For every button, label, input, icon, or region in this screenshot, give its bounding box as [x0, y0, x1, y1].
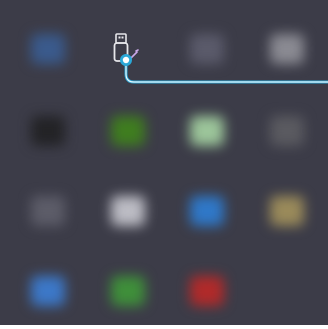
app-tile-8[interactable]: [31, 196, 65, 226]
app-tile-5[interactable]: [111, 116, 145, 146]
app-tile-10[interactable]: [190, 196, 224, 226]
desktop-background: [0, 0, 328, 325]
app-tile-7[interactable]: [270, 116, 304, 146]
app-tile-9[interactable]: [111, 196, 145, 226]
app-tile-2[interactable]: [190, 34, 224, 64]
app-tile-13[interactable]: [111, 276, 145, 306]
app-tile-4[interactable]: [31, 116, 65, 146]
app-tile-3[interactable]: [270, 34, 304, 64]
app-tile-11[interactable]: [270, 196, 304, 226]
bottom-strip: [0, 325, 328, 329]
app-tile-14[interactable]: [190, 276, 224, 306]
app-tile-6[interactable]: [190, 116, 224, 146]
usb-drive-icon[interactable]: [111, 32, 143, 66]
app-tile-12[interactable]: [31, 276, 65, 306]
app-tile-1[interactable]: [31, 34, 65, 64]
